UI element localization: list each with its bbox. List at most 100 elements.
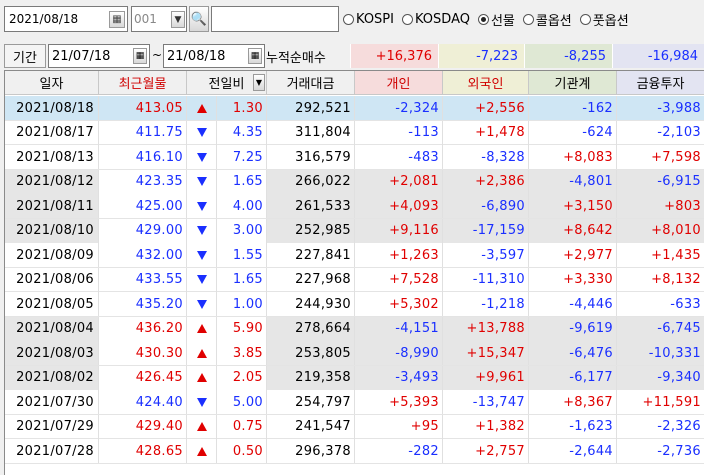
col-header-foreign[interactable]: 외국인 — [443, 71, 529, 95]
table-body: 2021/08/18 413.05 1.30 292,521 -2,324 +2,556-… — [5, 96, 704, 464]
cell-date: 2021/08/03 — [5, 341, 99, 365]
radio-circle[interactable] — [522, 14, 534, 25]
cell-direction — [187, 414, 217, 439]
col-header-individual[interactable]: 개인 — [355, 71, 443, 95]
range-separator: ~ — [152, 48, 163, 62]
radio-kosdaq[interactable]: KOSDAQ — [401, 10, 470, 29]
calendar-icon[interactable]: ▦ — [109, 11, 125, 28]
cell-volume: 254,797 — [267, 390, 355, 414]
code-input[interactable]: 001 ▼ — [131, 6, 187, 32]
radio-put-option[interactable]: 풋옵션 — [579, 10, 629, 29]
cell-front-month: 424.40 — [99, 390, 187, 414]
cell-institution: -9,619 — [529, 316, 617, 341]
investor-trend-table[interactable]: 일자 최근월물 전일비 ▼ 거래대금 개인 외국인 기관계 금융투자 2021/… — [4, 70, 704, 475]
table-row[interactable]: 2021/07/28 428.65 0.50 296,378 -282 +2,757 -2,… — [5, 439, 704, 464]
triangle-up-icon — [196, 422, 207, 431]
cell-direction — [187, 316, 217, 341]
radio-circle[interactable] — [579, 14, 591, 25]
cell-date: 2021/08/12 — [5, 169, 99, 194]
chevron-down-icon[interactable]: ▼ — [253, 74, 265, 91]
top-toolbar: 2021/08/18 ▦ 001 ▼ 🔍 KOSPI KOSDAQ 선물 콜옵션… — [0, 0, 704, 38]
date-input[interactable]: 2021/08/18 ▦ — [4, 6, 128, 32]
cell-financial-investment: +11,591 — [617, 390, 704, 414]
cell-change: 5.90 — [217, 316, 267, 341]
cell-change: 1.30 — [217, 96, 267, 120]
col-header-financial-investment[interactable]: 금융투자 — [617, 71, 704, 95]
cell-direction — [187, 120, 217, 145]
col-header-front-month[interactable]: 최근월물 — [99, 71, 187, 95]
chevron-down-icon[interactable]: ▼ — [171, 11, 185, 28]
cell-front-month: 433.55 — [99, 267, 187, 292]
to-date-input[interactable]: 21/08/18 ▦ — [163, 44, 265, 68]
search-icon[interactable]: 🔍 — [189, 6, 209, 32]
radio-kospi[interactable]: KOSPI — [343, 10, 394, 29]
col-header-institution[interactable]: 기관계 — [529, 71, 617, 95]
cell-change: 1.00 — [217, 292, 267, 316]
cell-date: 2021/08/06 — [5, 267, 99, 292]
code-value: 001 — [134, 12, 157, 26]
cell-change: 1.65 — [217, 169, 267, 194]
cell-date: 2021/07/29 — [5, 414, 99, 439]
cell-volume: 292,521 — [267, 96, 355, 120]
cell-financial-investment: +7,598 — [617, 145, 704, 169]
table-row[interactable]: 2021/08/06 433.55 1.65 227,968 +7,528 -11,310… — [5, 267, 704, 292]
calendar-icon[interactable]: ▦ — [133, 48, 147, 64]
cell-institution: -162 — [529, 96, 617, 120]
radio-circle[interactable] — [343, 14, 354, 25]
cell-change: 3.00 — [217, 218, 267, 243]
cell-foreign: -1,218 — [443, 292, 529, 316]
col-header-date[interactable]: 일자 — [5, 71, 99, 95]
cell-foreign: +15,347 — [443, 341, 529, 365]
table-row[interactable]: 2021/08/02 426.45 2.05 219,358 -3,493 +9,961-… — [5, 365, 704, 390]
radio-circle[interactable] — [477, 14, 489, 25]
cell-direction — [187, 390, 217, 414]
table-row[interactable]: 2021/08/05 435.20 1.00 244,930 +5,302 -1,218-… — [5, 292, 704, 317]
from-date-value: 21/07/18 — [52, 48, 111, 64]
cell-financial-investment: -633 — [617, 292, 704, 316]
cell-institution: -4,446 — [529, 292, 617, 316]
triangle-down-icon — [196, 177, 207, 186]
cell-change: 1.65 — [217, 267, 267, 292]
cell-change: 5.00 — [217, 390, 267, 414]
sum-financial-investment: -16,984 — [612, 44, 704, 68]
cell-foreign: +9,961 — [443, 365, 529, 390]
cell-change: 7.25 — [217, 145, 267, 169]
name-field[interactable] — [211, 6, 339, 32]
table-row[interactable]: 2021/08/11 425.00 4.00 261,533 +4,093 -6,890 +… — [5, 194, 704, 219]
radio-circle[interactable] — [401, 14, 413, 25]
cell-volume: 316,579 — [267, 145, 355, 169]
from-date-input[interactable]: 21/07/18 ▦ — [48, 44, 150, 68]
cell-front-month: 435.20 — [99, 292, 187, 316]
triangle-down-icon — [196, 250, 207, 260]
table-row[interactable]: 2021/08/09 432.00 1.55 227,841 +1,263 -3,597 +… — [5, 243, 704, 268]
col-header-change[interactable]: 전일비 ▼ — [187, 71, 267, 95]
sum-individual: +16,376 — [350, 44, 438, 68]
table-row[interactable]: 2021/08/10 429.00 3.00 252,985 +9,116 -17,159… — [5, 218, 704, 243]
table-row[interactable]: 2021/08/18 413.05 1.30 292,521 -2,324 +2,556-… — [5, 96, 704, 121]
cell-financial-investment: -10,331 — [617, 341, 704, 365]
calendar-icon[interactable]: ▦ — [248, 48, 262, 64]
col-header-volume[interactable]: 거래대금 — [267, 71, 355, 95]
table-row[interactable]: 2021/08/13 416.10 7.25 316,579 -483 -8,328 +8,… — [5, 145, 704, 170]
table-row[interactable]: 2021/08/12 423.35 1.65 266,022 +2,081 +2,386-… — [5, 169, 704, 194]
table-row[interactable]: 2021/08/17 411.75 4.35 311,804 -113 +1,478 -62… — [5, 120, 704, 145]
cell-foreign: +1,382 — [443, 414, 529, 439]
cell-institution: +8,367 — [529, 390, 617, 414]
table-row[interactable]: 2021/07/30 424.40 5.00 254,797 +5,393 -13,747… — [5, 390, 704, 415]
cell-foreign: +2,386 — [443, 169, 529, 194]
cell-financial-investment: +8,132 — [617, 268, 704, 292]
cell-individual: +5,393 — [355, 390, 443, 414]
cell-direction — [187, 439, 217, 463]
cell-change: 0.50 — [217, 439, 267, 463]
table-row[interactable]: 2021/07/29 429.40 0.75 241,547 +95 +1,382 -1,6… — [5, 414, 704, 439]
table-row[interactable]: 2021/08/03 430.30 3.85 253,805 -8,990 +15,347… — [5, 341, 704, 366]
cell-volume: 266,022 — [267, 169, 355, 194]
radio-futures[interactable]: 선물 — [477, 10, 515, 29]
table-row[interactable]: 2021/08/04 436.20 5.90 278,664 -4,151 +13,788… — [5, 316, 704, 341]
cell-institution: +2,977 — [529, 243, 617, 267]
cell-front-month: 411.75 — [99, 120, 187, 145]
radio-call-option[interactable]: 콜옵션 — [522, 10, 572, 29]
cell-individual: +1,263 — [355, 243, 443, 267]
cell-date: 2021/08/18 — [5, 96, 99, 120]
cell-change: 2.05 — [217, 365, 267, 390]
